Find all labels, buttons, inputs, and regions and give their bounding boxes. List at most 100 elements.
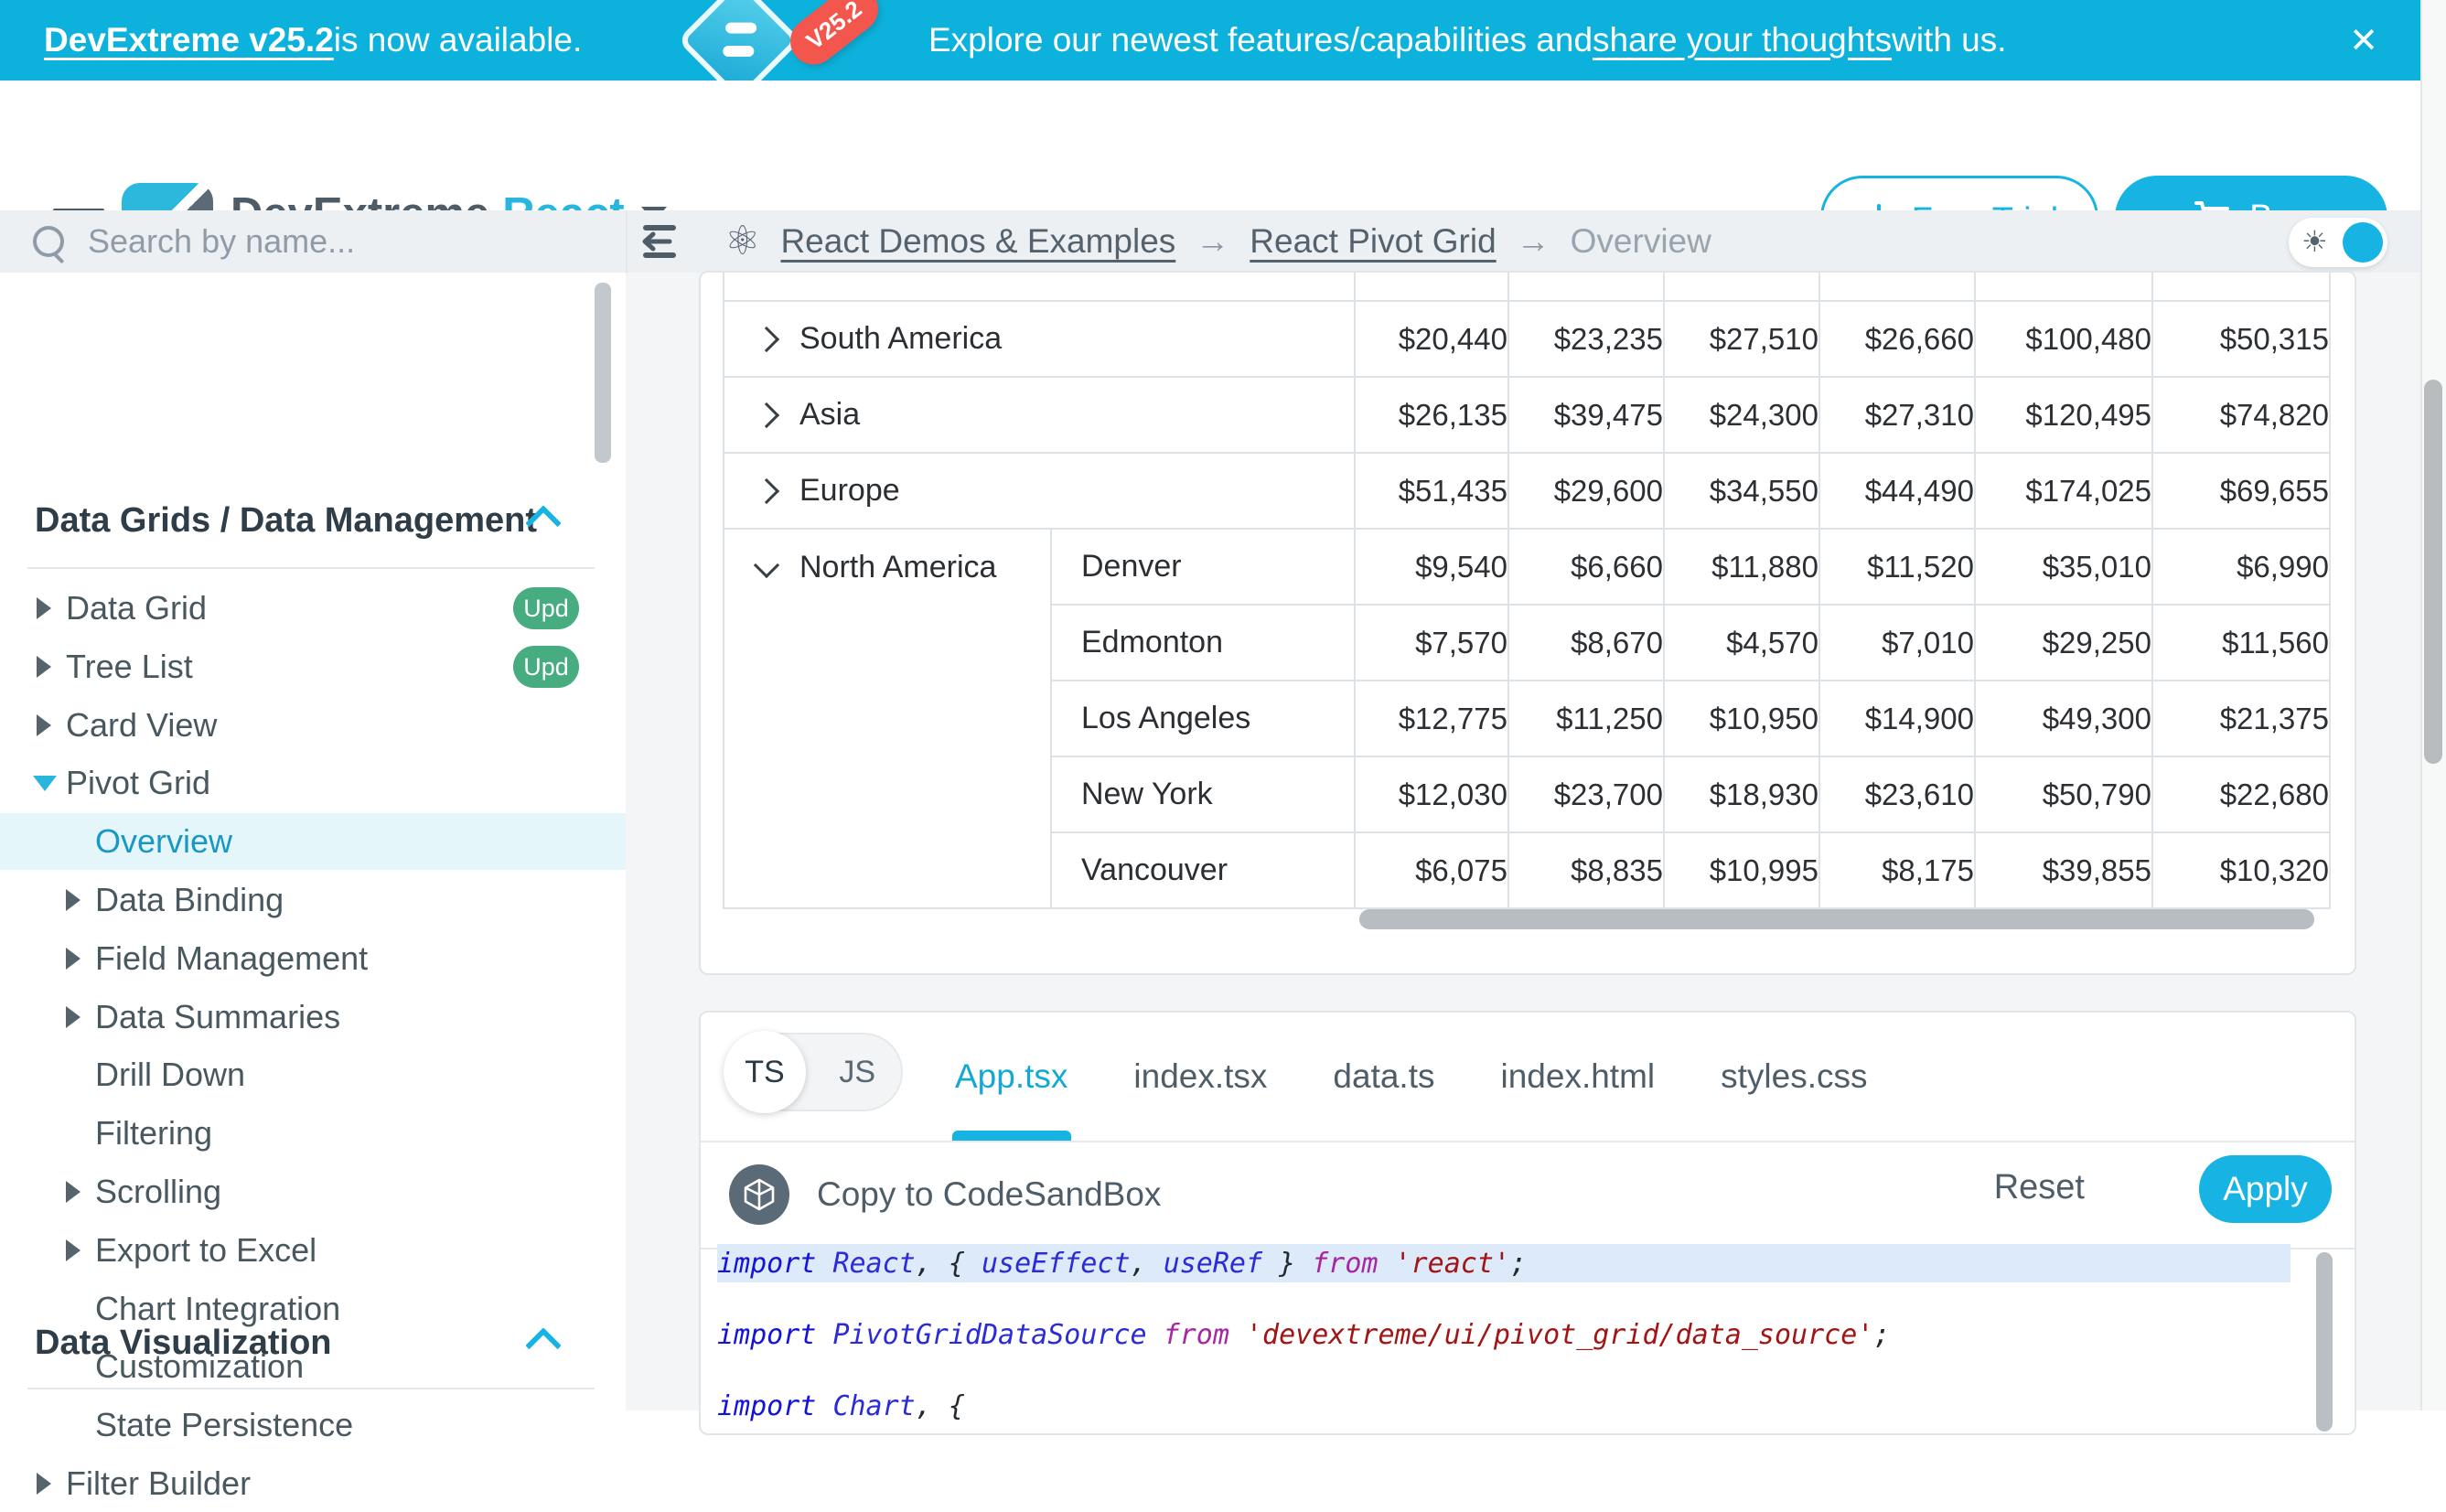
file-tabs-row: TS JS App.tsx index.tsx data.ts index.html s… [701, 1013, 2355, 1142]
theme-toggle[interactable]: ☀ [2289, 218, 2387, 267]
row-header-cell [724, 272, 1355, 301]
close-icon[interactable]: ✕ [2344, 20, 2384, 60]
devextreme-logo-graphic: V25.2 [631, 0, 924, 86]
code-token: from [1164, 1319, 1229, 1351]
language-toggle[interactable]: TS JS [724, 1033, 903, 1111]
sidebar-item-filter-builder[interactable]: Filter Builder [0, 1455, 626, 1512]
code-line: import Chart, { [717, 1387, 2290, 1425]
copy-to-codesandbox-button[interactable]: Copy to CodeSandBox [729, 1164, 1161, 1225]
value-cell [1508, 272, 1664, 301]
collapse-chevron-icon[interactable] [754, 552, 779, 577]
sidebar-item-export-to-excel[interactable]: Export to Excel [0, 1222, 626, 1279]
tab-index-tsx[interactable]: index.tsx [1133, 1057, 1267, 1096]
value-cell: $7,010 [1819, 605, 1975, 681]
code-token: useRef [1164, 1248, 1262, 1280]
value-cell [1975, 272, 2152, 301]
value-cell [1819, 272, 1975, 301]
table-row: Europe$51,435$29,600$34,550$44,490$174,0… [724, 453, 2330, 529]
table-row: Asia$26,135$39,475$24,300$27,310$120,495… [724, 377, 2330, 453]
ts-option[interactable]: TS [724, 1031, 806, 1113]
region-header-cell[interactable]: Asia [724, 377, 1355, 453]
value-cell: $23,235 [1508, 301, 1664, 377]
code-token: 'react' [1395, 1248, 1510, 1280]
sidebar-item-overview[interactable]: Overview [0, 813, 626, 870]
sidebar-item-label: Data Summaries [95, 998, 340, 1036]
value-cell: $10,950 [1664, 681, 1819, 756]
region-header-cell[interactable]: South America [724, 301, 1355, 377]
js-option[interactable]: JS [839, 1055, 875, 1090]
collapse-sidebar-icon[interactable] [640, 223, 684, 260]
sidebar-item-pivot-grid[interactable]: Pivot Grid [0, 755, 626, 811]
city-header-cell[interactable]: Edmonton [1051, 605, 1355, 681]
sidebar-item-label: Data Grid [66, 589, 207, 627]
updated-badge: Upd [513, 587, 579, 629]
sidebar-item-field-management[interactable]: Field Management [0, 930, 626, 987]
sidebar-item-label: Filter Builder [66, 1464, 251, 1503]
code-token: PivotGridDataSource [832, 1319, 1146, 1351]
section-title: Data Grids / Data Management [35, 501, 537, 540]
breadcrumb-separator-icon: → [1196, 222, 1229, 261]
sidebar-item-data-binding[interactable]: Data Binding [0, 872, 626, 928]
sidebar-item-filtering[interactable]: Filtering [0, 1105, 626, 1162]
sidebar-item-data-summaries[interactable]: Data Summaries [0, 989, 626, 1046]
share-your-thoughts-link[interactable]: share your thoughts [1593, 21, 1892, 59]
pivot-grid-demo-card: South America$20,440$23,235$27,510$26,66… [699, 271, 2356, 975]
code-token: , { [916, 1248, 982, 1280]
city-header-cell[interactable]: New York [1051, 756, 1355, 832]
breadcrumb-item[interactable]: React Pivot Grid [1250, 222, 1496, 261]
value-cell: $18,930 [1664, 756, 1819, 832]
banner-version-link[interactable]: DevExtreme v25.2 [44, 21, 334, 59]
page-scrollbar[interactable] [2424, 380, 2442, 764]
search-input[interactable]: Search by name... [0, 210, 626, 273]
tab-App-tsx[interactable]: App.tsx [955, 1057, 1067, 1096]
reset-button[interactable]: Reset [1994, 1168, 2085, 1207]
code-token [816, 1390, 832, 1422]
value-cell: $23,610 [1819, 756, 1975, 832]
expand-chevron-icon[interactable] [754, 477, 779, 503]
region-label: Asia [799, 397, 860, 433]
sidebar-item-scrolling[interactable]: Scrolling [0, 1163, 626, 1220]
value-cell: $39,475 [1508, 377, 1664, 453]
sidebar-section-data-grids[interactable]: Data Grids / Data Management [35, 501, 584, 541]
sidebar-item-data-grid[interactable]: Data Grid Upd [0, 580, 626, 637]
sidebar-item-label: Overview [95, 822, 232, 861]
value-cell: $44,490 [1819, 453, 1975, 529]
code-token [1379, 1248, 1395, 1280]
sidebar-item-drill-down[interactable]: Drill Down [0, 1046, 626, 1103]
sidebar-scrollbar[interactable] [595, 283, 611, 463]
value-cell: $8,175 [1819, 832, 1975, 908]
theme-toggle-knob[interactable] [2343, 222, 2383, 263]
city-header-cell[interactable]: Vancouver [1051, 832, 1355, 908]
value-cell: $10,320 [2152, 832, 2330, 908]
city-header-cell[interactable]: Denver [1051, 529, 1355, 605]
region-header-cell[interactable]: Europe [724, 453, 1355, 529]
expand-chevron-icon[interactable] [754, 402, 779, 427]
banner-message: Explore our newest features/capabilities… [928, 0, 2007, 80]
chevron-right-icon [37, 1473, 51, 1495]
expand-chevron-icon[interactable] [754, 326, 779, 351]
horizontal-scrollbar[interactable] [1359, 909, 2314, 929]
region-label: North America [799, 550, 996, 585]
tab-styles-css[interactable]: styles.css [1721, 1057, 1867, 1096]
sidebar-item-card-view[interactable]: Card View [0, 697, 626, 754]
sidebar-item-tree-list[interactable]: Tree ListUpd [0, 638, 626, 695]
value-cell: $8,835 [1508, 832, 1664, 908]
region-label: Europe [799, 473, 900, 509]
sidebar-item-label: Export to Excel [95, 1231, 316, 1270]
value-cell: $69,655 [2152, 453, 2330, 529]
region-header-cell[interactable]: North America [724, 529, 1051, 908]
apply-button[interactable]: Apply [2199, 1155, 2332, 1223]
value-cell: $23,700 [1508, 756, 1664, 832]
sidebar-section-data-visualization[interactable]: Data Visualization [35, 1324, 584, 1363]
pivot-grid: South America$20,440$23,235$27,510$26,66… [723, 271, 2331, 909]
code-token: React [832, 1248, 915, 1280]
chevron-right-icon [66, 1006, 80, 1028]
breadcrumb-item[interactable]: React Demos & Examples [780, 222, 1175, 261]
value-cell [1664, 272, 1819, 301]
tab-index-html[interactable]: index.html [1501, 1057, 1656, 1096]
city-header-cell[interactable]: Los Angeles [1051, 681, 1355, 756]
table-row: South America$20,440$23,235$27,510$26,66… [724, 301, 2330, 377]
tab-data-ts[interactable]: data.ts [1333, 1057, 1434, 1096]
code-scrollbar[interactable] [2316, 1252, 2333, 1432]
sidebar-item-state-persistence[interactable]: State Persistence [0, 1397, 626, 1453]
